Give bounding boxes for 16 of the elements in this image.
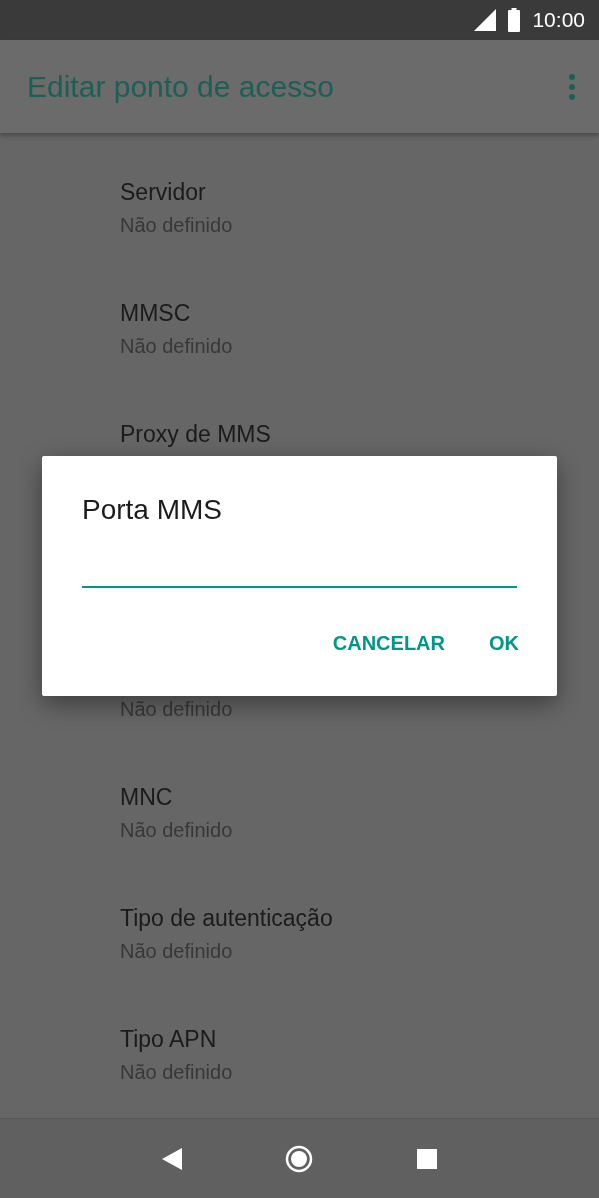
setting-title[interactable]: Servidor	[120, 177, 599, 207]
home-icon[interactable]	[285, 1144, 314, 1173]
setting-title[interactable]: Proxy de MMS	[120, 419, 599, 449]
dialog-title: Porta MMS	[82, 493, 224, 527]
dialog-button[interactable]: CANCELAR	[320, 620, 457, 666]
dialog-button[interactable]: OK	[477, 620, 531, 666]
signal-icon	[474, 9, 497, 31]
screen-title: Editar ponto de acesso	[27, 69, 334, 105]
back-icon[interactable]	[161, 1147, 182, 1170]
setting-title[interactable]: MMSC	[120, 298, 599, 328]
battery-icon	[508, 8, 521, 32]
setting-title[interactable]: Tipo de autenticação	[120, 903, 599, 933]
setting-title[interactable]: MNC	[120, 782, 599, 812]
recents-icon[interactable]	[417, 1148, 438, 1169]
setting-title[interactable]: Tipo APN	[120, 1024, 599, 1054]
clock-time: 10:00	[532, 7, 585, 34]
